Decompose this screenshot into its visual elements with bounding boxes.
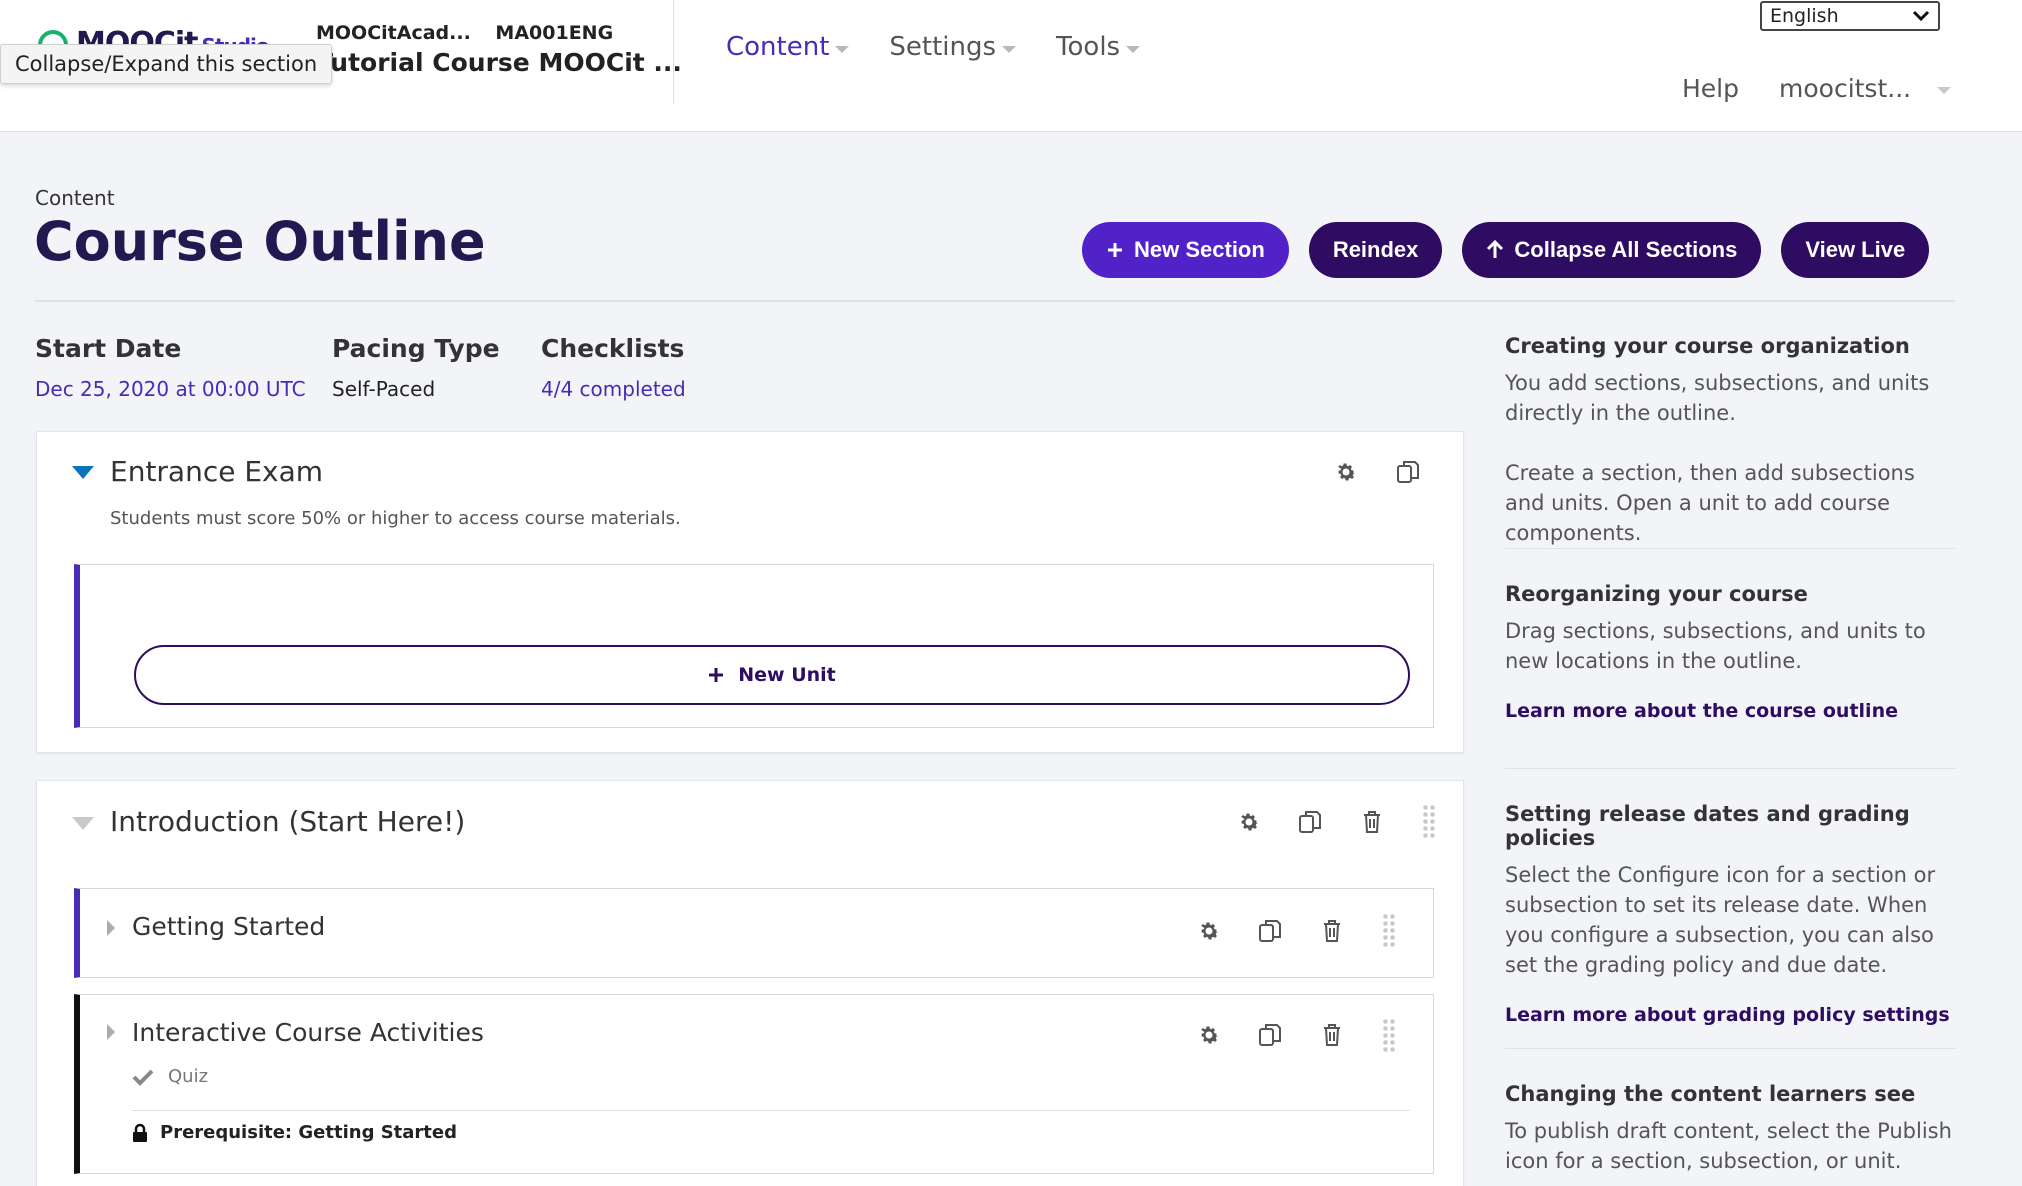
header-divider (673, 0, 674, 104)
tooltip: Collapse/Expand this section (0, 44, 333, 84)
duplicate-icon[interactable] (1393, 457, 1423, 487)
subsection-title[interactable]: Getting Started (132, 912, 325, 941)
course-org-number: MOOCitAcad... MA001ENG (316, 22, 613, 44)
outline-actions: New Section Reindex Collapse All Section… (1082, 222, 1930, 278)
help-link[interactable]: Help (1682, 74, 1739, 103)
nav-settings[interactable]: Settings (889, 32, 1017, 62)
divider (1505, 1048, 1955, 1049)
trash-icon[interactable] (1357, 807, 1387, 837)
nav-content[interactable]: Content (726, 32, 850, 62)
pacing-type-stat: Pacing Type Self-Paced (332, 334, 500, 401)
trash-icon[interactable] (1317, 916, 1347, 946)
trash-icon[interactable] (1317, 1020, 1347, 1050)
collapse-all-button[interactable]: Collapse All Sections (1462, 222, 1762, 278)
gear-icon[interactable] (1194, 1020, 1224, 1050)
lock-icon (133, 1123, 147, 1142)
plus-icon (709, 668, 724, 682)
help-block: Creating your course organization You ad… (1505, 334, 1930, 545)
start-date-stat: Start Date Dec 25, 2020 at 00:00 UTC (35, 334, 306, 401)
course-org: MOOCitAcad... (316, 22, 471, 44)
reindex-button[interactable]: Reindex (1308, 222, 1443, 278)
divider (1505, 768, 1955, 769)
help-block: Reorganizing your course Drag sections, … (1505, 582, 1955, 722)
section-title[interactable]: Entrance Exam (110, 455, 323, 488)
chevron-down-icon (1937, 87, 1952, 94)
divider (132, 1110, 1410, 1111)
drag-handle[interactable] (1382, 1018, 1396, 1054)
gear-icon[interactable] (1234, 807, 1264, 837)
checklists-link[interactable]: 4/4 completed (541, 377, 686, 401)
help-block: Changing the content learners see To pub… (1505, 1082, 1952, 1173)
expand-icon[interactable] (107, 920, 115, 936)
collapse-expand-icon[interactable] (72, 817, 94, 830)
breadcrumb: Content (35, 186, 115, 210)
view-live-button[interactable]: View Live (1781, 222, 1930, 278)
user-menu[interactable]: moocitst... (1779, 74, 1952, 103)
pacing-type-value: Self-Paced (332, 377, 436, 401)
learn-more-grading-link[interactable]: Learn more about grading policy settings (1505, 1004, 1955, 1026)
course-name[interactable]: Tutorial Course MOOCit ... (316, 48, 682, 77)
graded-status: Quiz (132, 1066, 208, 1087)
main-nav: Content Settings Tools (726, 32, 1141, 62)
chevron-down-icon (835, 45, 850, 53)
plus-icon (1108, 243, 1122, 257)
drag-handle[interactable] (1382, 913, 1396, 949)
expand-icon[interactable] (107, 1024, 115, 1040)
chevron-down-icon (1912, 10, 1930, 22)
subsection-title[interactable]: Interactive Course Activities (132, 1018, 484, 1047)
learn-more-outline-link[interactable]: Learn more about the course outline (1505, 700, 1955, 722)
checklists-stat: Checklists 4/4 completed (541, 334, 686, 401)
collapse-expand-icon[interactable] (72, 466, 94, 479)
duplicate-icon[interactable] (1255, 916, 1285, 946)
duplicate-icon[interactable] (1295, 807, 1325, 837)
username: moocitst... (1779, 74, 1912, 103)
arrow-up-icon (1487, 240, 1504, 258)
chevron-down-icon (1126, 45, 1141, 53)
drag-handle[interactable] (1422, 804, 1436, 840)
divider (1505, 548, 1955, 549)
checkmark-icon (132, 1069, 154, 1086)
grading-type: Quiz (168, 1066, 209, 1087)
new-section-button[interactable]: New Section (1082, 222, 1289, 278)
gear-icon[interactable] (1194, 916, 1224, 946)
page-title: Course Outline (34, 210, 486, 273)
prerequisite-status: Prerequisite: Getting Started (132, 1122, 457, 1143)
gear-icon[interactable] (1331, 457, 1361, 487)
nav-tools[interactable]: Tools (1056, 32, 1141, 62)
chevron-down-icon (1002, 45, 1017, 53)
divider (35, 300, 1955, 302)
duplicate-icon[interactable] (1255, 1020, 1285, 1050)
section-title[interactable]: Introduction (Start Here!) (110, 805, 465, 838)
section-note: Students must score 50% or higher to acc… (110, 508, 681, 529)
start-date-link[interactable]: Dec 25, 2020 at 00:00 UTC (35, 377, 306, 401)
course-number: MA001ENG (495, 22, 614, 44)
language-select[interactable]: English (1760, 1, 1940, 31)
new-unit-button[interactable]: New Unit (134, 645, 1410, 705)
help-block: Setting release dates and grading polici… (1505, 802, 1955, 1026)
